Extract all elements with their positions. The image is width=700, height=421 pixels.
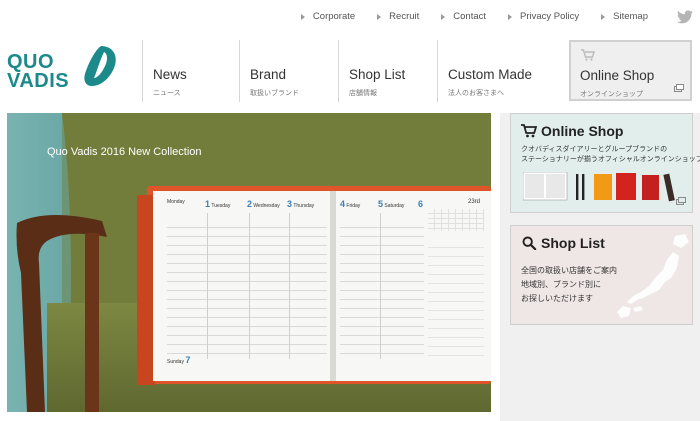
nav-news[interactable]: News ニュース — [142, 40, 239, 102]
arrow-icon — [377, 13, 382, 20]
shop-list-card[interactable]: Shop List 全国の取扱い店舗をご案内 地域別、ブランド別に お探しいただ… — [510, 225, 693, 325]
twitter-icon[interactable] — [677, 10, 693, 24]
japan-map — [617, 234, 689, 318]
main-nav: News ニュース Brand 取扱いブランド Shop List 店舗情報 C… — [142, 40, 572, 102]
cart-icon — [521, 124, 537, 138]
arrow-icon — [601, 13, 606, 20]
online-shop-card-title: Online Shop — [541, 123, 624, 139]
planner-day-thu: 3 Thursday — [287, 199, 315, 209]
planner-day-mon: Monday — [167, 199, 185, 205]
nav-brand[interactable]: Brand 取扱いブランド — [239, 40, 338, 102]
nav-custom-made[interactable]: Custom Made 法人のお客さまへ — [437, 40, 572, 102]
logo-mark-icon — [84, 46, 116, 86]
side-panel: Online Shop クオバディスダイアリーとグループブランドの ステーショナ… — [500, 113, 700, 421]
contact-link[interactable]: Contact — [441, 11, 486, 22]
product-thumbnails — [523, 172, 675, 202]
online-shop-button[interactable]: Online Shop オンラインショップ — [569, 40, 692, 101]
nav-shop-list[interactable]: Shop List 店舗情報 — [338, 40, 437, 102]
search-icon — [522, 236, 537, 250]
logo-wordmark: QUO VADIS — [7, 51, 70, 92]
external-window-icon — [676, 197, 686, 205]
corporate-link[interactable]: Corporate — [300, 11, 355, 22]
online-shop-card-desc: クオバディスダイアリーとグループブランドの ステーショナリーが揃うオフィシャルオ… — [521, 146, 700, 163]
planner-day-fri: 4 Friday — [340, 199, 361, 209]
planner-right-page: 4 Friday 5 Saturday 6 23rd — [340, 199, 488, 379]
arrow-icon — [300, 13, 305, 20]
arrow-icon — [508, 13, 513, 20]
planner-day-tue: 1 Tuesday — [205, 199, 231, 209]
planner-left-page: Monday 1 Tuesday 2 Wednesday 3 Thursday … — [167, 199, 327, 379]
cart-icon — [581, 49, 595, 61]
shop-list-card-title: Shop List — [541, 235, 605, 251]
arrow-icon — [441, 13, 446, 20]
quo-vadis-logo[interactable]: QUO VADIS — [7, 44, 129, 104]
shop-list-card-desc: 全国の取扱い店舗をご案内 地域別、ブランド別に お探しいただけます — [521, 266, 617, 303]
hero-caption: Quo Vadis 2016 New Collection — [47, 146, 202, 158]
online-shop-card[interactable]: Online Shop クオバディスダイアリーとグループブランドの ステーショナ… — [510, 113, 700, 213]
external-window-icon — [674, 84, 684, 92]
planner-week-number: 23rd — [468, 199, 481, 205]
hero-banner[interactable]: Monday 1 Tuesday 2 Wednesday 3 Thursday … — [7, 113, 491, 412]
recruit-link[interactable]: Recruit — [377, 11, 419, 22]
planner-day-wed: 2 Wednesday — [247, 199, 280, 209]
privacy-policy-link[interactable]: Privacy Policy — [508, 11, 579, 22]
utility-links: Corporate Recruit Contact Privacy Policy… — [279, 11, 648, 22]
sitemap-link[interactable]: Sitemap — [601, 11, 648, 22]
planner-day-sat: 5 Saturday — [378, 199, 405, 209]
planner-sunday: Sunday 7 — [167, 355, 191, 365]
